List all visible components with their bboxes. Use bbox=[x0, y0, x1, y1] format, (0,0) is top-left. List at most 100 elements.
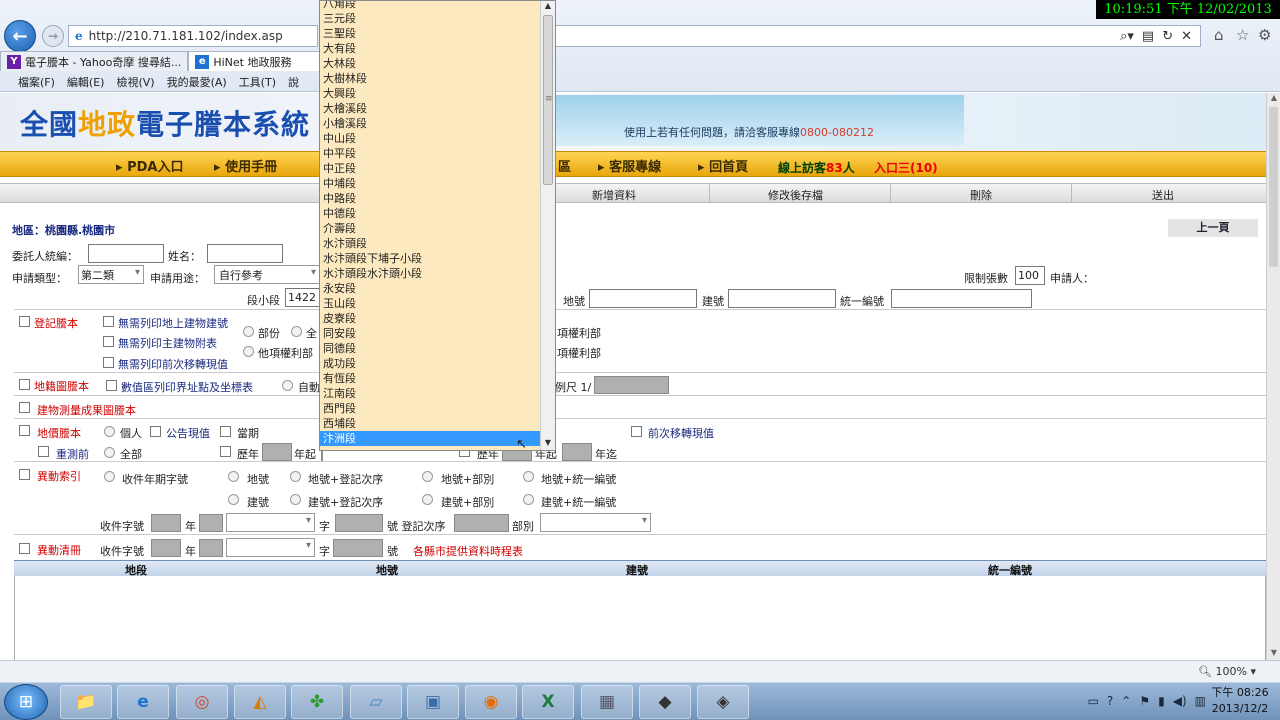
page-scrollbar[interactable]: ▲ ▼ bbox=[1266, 93, 1280, 660]
nav-service[interactable]: ▸ 客服專線 bbox=[598, 156, 661, 175]
taskbar-app-firefox[interactable]: ◉ bbox=[465, 685, 517, 719]
radio-buildno-order[interactable] bbox=[290, 494, 301, 505]
list-recv-year-input[interactable] bbox=[151, 539, 181, 557]
order-input[interactable] bbox=[454, 514, 509, 532]
address-bar[interactable]: e http://210.71.181.102/index.asp bbox=[68, 25, 318, 47]
scale-input[interactable] bbox=[594, 376, 669, 394]
menu-tools[interactable]: 工具(T) bbox=[239, 74, 276, 90]
tray-action-icon[interactable]: ▥ bbox=[1195, 694, 1206, 708]
taskbar-app-card[interactable]: ◈ bbox=[697, 685, 749, 719]
menu-view[interactable]: 檢視(V) bbox=[116, 74, 154, 90]
radio-buildno[interactable] bbox=[228, 494, 239, 505]
dropdown-option[interactable]: 同安段 bbox=[320, 326, 540, 341]
dropdown-option[interactable]: 中平段 bbox=[320, 146, 540, 161]
limit-input[interactable]: 100 bbox=[1015, 266, 1045, 285]
history-checkbox[interactable] bbox=[220, 446, 231, 457]
dropdown-option[interactable]: 八角段 bbox=[320, 1, 540, 11]
taskbar-app-excel[interactable]: X bbox=[522, 685, 574, 719]
section-input[interactable]: 1422 bbox=[285, 288, 319, 307]
opt-no-main-building-checkbox[interactable] bbox=[103, 336, 114, 347]
taskbar-app-wallet[interactable]: ◆ bbox=[639, 685, 691, 719]
favorites-star-icon[interactable]: ☆ bbox=[1236, 26, 1249, 44]
radio-landno-part[interactable] bbox=[422, 471, 433, 482]
remeasure-checkbox[interactable] bbox=[38, 446, 49, 457]
scroll-up-arrow-icon[interactable]: ▲ bbox=[1267, 93, 1280, 105]
dropdown-option[interactable]: 汴洲段 bbox=[320, 431, 540, 446]
part-select[interactable] bbox=[540, 513, 651, 532]
section-dropdown-list[interactable]: 八角段 三元段 三聖段 大有段 大林段 大樹林段 大興段 大檜溪段 小檜溪段 中山段 中平段 中正段中… bbox=[319, 0, 556, 451]
value-checkbox[interactable] bbox=[19, 425, 30, 436]
home-icon[interactable]: ⌂ bbox=[1214, 26, 1224, 44]
system-clock[interactable]: 下午 08:26 2013/12/2 bbox=[1210, 685, 1270, 717]
dropdown-option[interactable]: 小檜溪段 bbox=[320, 116, 540, 131]
menu-edit[interactable]: 編輯(E) bbox=[67, 74, 105, 90]
search-icon[interactable]: ⌕▾ bbox=[1120, 29, 1134, 44]
taskbar-app-notepad[interactable]: ▱ bbox=[350, 685, 402, 719]
radio-landno-order[interactable] bbox=[290, 471, 301, 482]
dropdown-scroll-up-icon[interactable]: ▲ bbox=[541, 1, 555, 13]
recv-word-select[interactable] bbox=[226, 513, 315, 532]
cadastral-checkbox[interactable] bbox=[19, 379, 30, 390]
dropdown-scroll-down-icon[interactable]: ▼ bbox=[541, 438, 555, 450]
dropdown-option[interactable]: 大有段 bbox=[320, 41, 540, 56]
back-button[interactable]: ← bbox=[4, 20, 36, 52]
opt-no-building-checkbox[interactable] bbox=[103, 316, 114, 327]
dropdown-option[interactable]: 三元段 bbox=[320, 11, 540, 26]
radio-buildno-uid[interactable] bbox=[523, 494, 534, 505]
change-list-checkbox[interactable] bbox=[19, 543, 30, 554]
dropdown-option[interactable]: 中路段 bbox=[320, 191, 540, 206]
radio-auto[interactable] bbox=[282, 380, 293, 391]
dropdown-option[interactable]: 中山段 bbox=[320, 131, 540, 146]
compat-icon[interactable]: ▤ bbox=[1142, 29, 1154, 44]
survey-checkbox[interactable] bbox=[19, 402, 30, 413]
taskbar-app-calculator[interactable]: ▦ bbox=[581, 685, 633, 719]
tray-help-icon[interactable]: ? bbox=[1107, 694, 1113, 708]
recv-year-input-2[interactable] bbox=[199, 514, 223, 532]
opt-no-prev-value-checkbox[interactable] bbox=[103, 357, 114, 368]
dropdown-option[interactable]: 大林段 bbox=[320, 56, 540, 71]
taskbar-app-pizza[interactable]: ◭ bbox=[234, 685, 286, 719]
save-edit-button[interactable]: 修改後存檔 bbox=[768, 187, 823, 203]
settings-gear-icon[interactable]: ⚙ bbox=[1258, 26, 1271, 44]
building-number-input[interactable] bbox=[728, 289, 836, 308]
dropdown-option[interactable]: 西埔段 bbox=[320, 416, 540, 431]
land-number-input[interactable] bbox=[589, 289, 697, 308]
dropdown-option[interactable]: 大樹林段 bbox=[320, 71, 540, 86]
dropdown-option[interactable]: 中埔段 bbox=[320, 176, 540, 191]
client-id-input[interactable] bbox=[88, 244, 164, 263]
numeric-area-checkbox[interactable] bbox=[106, 380, 117, 391]
year-start-input[interactable] bbox=[262, 443, 292, 461]
zoom-level[interactable]: 🔍︎ 100% ▾ bbox=[1198, 665, 1256, 678]
dropdown-option[interactable]: 永安段 bbox=[320, 281, 540, 296]
dropdown-option[interactable]: 皮寮段 bbox=[320, 311, 540, 326]
scroll-down-arrow-icon[interactable]: ▼ bbox=[1267, 648, 1280, 660]
dropdown-option[interactable]: 中正段 bbox=[320, 161, 540, 176]
tray-expand-icon[interactable]: ⌃ bbox=[1121, 694, 1131, 708]
dropdown-option[interactable]: 同德段 bbox=[320, 341, 540, 356]
dropdown-scrollbar[interactable]: ▲ ▼ bbox=[540, 1, 555, 450]
dropdown-option[interactable]: 玉山段 bbox=[320, 296, 540, 311]
change-index-checkbox[interactable] bbox=[19, 469, 30, 480]
dropdown-scroll-thumb[interactable] bbox=[543, 15, 553, 185]
submit-button[interactable]: 送出 bbox=[1152, 187, 1174, 203]
recv-year-input[interactable] bbox=[151, 514, 181, 532]
delete-button[interactable]: 刪除 bbox=[970, 187, 992, 203]
radio-landno[interactable] bbox=[228, 471, 239, 482]
radio-other-rights[interactable] bbox=[243, 346, 254, 357]
register-checkbox[interactable] bbox=[19, 316, 30, 327]
radio-partial[interactable] bbox=[243, 326, 254, 337]
radio-landno-uid[interactable] bbox=[523, 471, 534, 482]
radio-all[interactable] bbox=[291, 326, 302, 337]
schedule-link[interactable]: 各縣市提供資料時程表 bbox=[413, 543, 523, 559]
dropdown-option[interactable]: 江南段 bbox=[320, 386, 540, 401]
dropdown-option[interactable]: 大興段 bbox=[320, 86, 540, 101]
dropdown-option[interactable]: 西門段 bbox=[320, 401, 540, 416]
menu-favorites[interactable]: 我的最愛(A) bbox=[167, 74, 227, 90]
list-recv-word-select[interactable] bbox=[226, 538, 315, 557]
taskbar-app-parrot[interactable]: ✤ bbox=[291, 685, 343, 719]
tray-network-icon[interactable]: ▮ bbox=[1158, 694, 1165, 708]
taskbar-app-chrome[interactable]: ◎ bbox=[176, 685, 228, 719]
radio-recv-year[interactable] bbox=[104, 471, 115, 482]
tray-keyboard-icon[interactable]: ▭ bbox=[1088, 694, 1099, 708]
prev-page-button[interactable]: 上一頁 bbox=[1168, 219, 1258, 237]
